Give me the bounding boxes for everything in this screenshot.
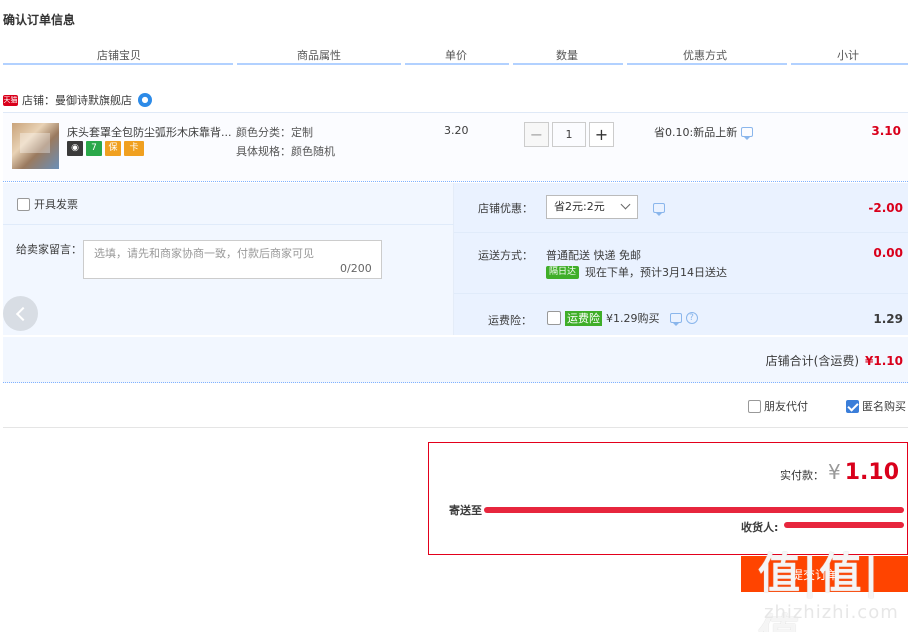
shop-discount-value: 省2元:2元	[554, 200, 605, 213]
column-header-props: 商品属性	[297, 49, 341, 62]
actual-payment: 实付款： ¥ 1.10	[780, 460, 899, 485]
seller-message-label: 给卖家留言：	[16, 243, 82, 256]
column-divider	[3, 63, 233, 65]
insurance-comment-icon[interactable]	[669, 313, 682, 326]
friend-pay-checkbox[interactable]	[748, 399, 761, 413]
scroll-left-button[interactable]	[3, 296, 38, 331]
redacted-address	[484, 507, 904, 513]
product-badges: ◉ 7 保 卡	[67, 141, 144, 156]
actual-payment-label: 实付款：	[779, 469, 824, 482]
actual-payment-amount: 1.10	[844, 460, 899, 485]
card-payment-icon: 卡	[124, 141, 144, 156]
shop-name[interactable]: 店铺：曼御诗默旗舰店	[22, 92, 132, 108]
column-divider	[627, 63, 787, 65]
tmall-icon: 天猫	[3, 94, 18, 106]
freight-insurance-label: 运费险：	[488, 314, 532, 327]
divider	[3, 427, 908, 428]
seller-message-count: 0/200	[340, 262, 372, 275]
anonymous-option[interactable]: 匿名购买	[846, 398, 906, 414]
column-header-subtotal: 小计	[837, 49, 859, 62]
invoice-option[interactable]: 开具发票	[17, 196, 78, 212]
redacted-receiver	[784, 522, 904, 528]
seven-day-return-icon: 7	[86, 141, 102, 156]
freight-insurance-option[interactable]: 运费险 ¥1.29购买 ?	[547, 310, 698, 326]
discount-comment-icon[interactable]	[653, 203, 665, 216]
shop-total-amount: ¥1.10	[865, 354, 903, 368]
quantity-decrease-button[interactable]: −	[524, 122, 549, 147]
ship-to-label: 寄送至	[449, 504, 482, 517]
watermark-domain: zhizhizhi.com	[764, 602, 899, 623]
product-color-property: 颜色分类：定制	[236, 126, 313, 139]
divider	[454, 293, 908, 294]
tmall-cat-icon: ◉	[67, 141, 83, 156]
promotion: 省0.10:新品上新	[654, 124, 754, 140]
anonymous-label: 匿名购买	[862, 400, 906, 413]
shop-discount-amount: -2.00	[868, 201, 903, 215]
receiver-label: 收货人:	[741, 521, 779, 534]
invoice-label: 开具发票	[34, 198, 78, 211]
divider	[3, 224, 454, 225]
freight-insurance-checkbox[interactable]	[547, 311, 561, 325]
freight-insurance-tag: 运费险	[565, 310, 602, 326]
freight-insurance-price: ¥1.29购买	[606, 312, 660, 325]
column-header-item: 店铺宝贝	[97, 49, 141, 62]
next-day-tag: 隔日达	[546, 265, 580, 279]
anonymous-checkbox[interactable]	[846, 399, 859, 413]
shop-discount-select[interactable]: 省2元:2元	[546, 195, 638, 219]
freight-insurance-amount: 1.29	[873, 312, 903, 326]
promotion-text: 省0.10:新品上新	[654, 126, 738, 139]
delivery-estimate: 隔日达 现在下单，预计3月14日送达	[546, 264, 727, 280]
invoice-checkbox[interactable]	[17, 197, 30, 211]
product-name[interactable]: 床头套罩全包防尘弧形木床靠背...	[67, 124, 232, 140]
shipping-amount: 0.00	[873, 246, 903, 260]
seller-message-placeholder: 选填，请先和商家协商一致，付款后商家可见	[94, 247, 314, 260]
help-icon[interactable]: ?	[685, 312, 698, 324]
currency-symbol: ¥	[827, 460, 841, 484]
payment-summary	[428, 442, 908, 555]
divider	[454, 232, 908, 233]
shop-header: 天猫 店铺：曼御诗默旗舰店 ●	[3, 92, 152, 108]
chevron-down-icon	[620, 199, 631, 210]
wangwang-chat-icon[interactable]: ●	[138, 93, 152, 107]
quantity-input[interactable]: 1	[552, 122, 586, 147]
column-divider	[513, 63, 623, 65]
column-divider	[405, 63, 509, 65]
shop-total: 店铺合计(含运费) ¥1.10	[766, 352, 903, 369]
shop-discount-label: 店铺优惠：	[478, 202, 533, 215]
shipping-method: 普通配送 快递 免邮	[546, 249, 641, 262]
product-spec-property: 具体规格：颜色随机	[236, 145, 335, 158]
quantity-stepper: − 1 +	[524, 122, 614, 147]
shop-total-label: 店铺合计(含运费)	[765, 354, 860, 368]
promotion-comment-icon[interactable]	[741, 127, 754, 140]
page-title: 确认订单信息	[3, 13, 76, 27]
guarantee-icon: 保	[105, 141, 121, 156]
friend-pay-label: 朋友代付	[764, 400, 808, 413]
quantity-increase-button[interactable]: +	[589, 122, 614, 147]
column-divider	[791, 63, 908, 65]
delivery-estimate-text: 现在下单，预计3月14日送达	[585, 266, 728, 279]
column-header-promotion: 优惠方式	[683, 49, 727, 62]
friend-pay-option[interactable]: 朋友代付	[748, 398, 808, 414]
item-subtotal: 3.10	[871, 124, 901, 138]
column-header-quantity: 数量	[556, 49, 578, 62]
unit-price: 3.20	[444, 124, 469, 137]
product-thumbnail[interactable]	[12, 123, 59, 169]
column-header-price: 单价	[445, 49, 467, 62]
shipping-label: 运送方式：	[478, 249, 533, 262]
column-divider	[237, 63, 401, 65]
